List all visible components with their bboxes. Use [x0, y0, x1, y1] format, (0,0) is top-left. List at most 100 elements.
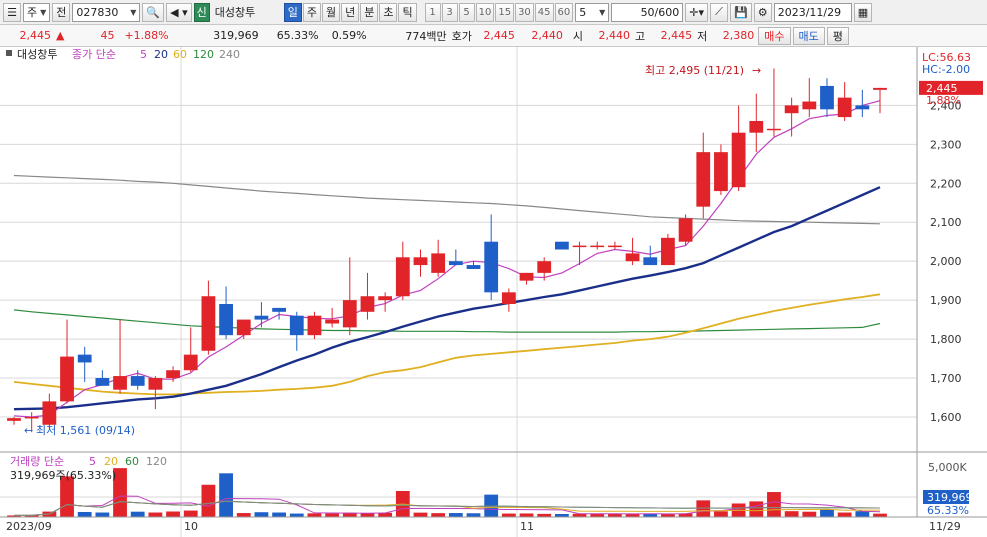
calendar-icon[interactable]: ▦	[853, 2, 873, 22]
bid-price: 2,440	[531, 29, 563, 42]
candle-body	[325, 319, 340, 324]
up-arrow-icon: ▲	[56, 29, 65, 42]
period-tab-5[interactable]: 초	[379, 2, 398, 22]
candle-body	[378, 296, 393, 301]
candle-body	[24, 416, 39, 419]
volume-bar	[749, 501, 764, 517]
candle-body	[466, 265, 481, 269]
gear-icon[interactable]: ⚙	[753, 2, 772, 22]
volume-percent-label: 65.33%	[927, 504, 969, 517]
candle-body	[572, 245, 587, 248]
candle-body	[537, 261, 552, 273]
candle-body	[484, 241, 499, 293]
volume-legend-label: 거래량 단순	[10, 455, 64, 468]
speaker-icon[interactable]: ◀ ▾	[166, 2, 192, 22]
candle-body	[7, 418, 21, 421]
candle-body	[360, 296, 375, 312]
period-tab-1[interactable]: 주	[302, 2, 321, 22]
candle-body	[130, 376, 145, 386]
menu-icon[interactable]: ☰	[3, 2, 21, 22]
x-label-last: 11/29	[929, 520, 961, 533]
crosshair-icon[interactable]: ✛▾	[685, 2, 709, 22]
candle-body	[554, 241, 569, 250]
volume-bar	[413, 512, 428, 517]
save-icon[interactable]: 💾	[730, 2, 752, 22]
candle-body	[625, 253, 640, 262]
volume-bar	[95, 512, 110, 517]
candle-body	[837, 97, 852, 118]
data-count-input[interactable]: 50/600	[611, 2, 684, 22]
buy-button[interactable]: 매수	[758, 26, 791, 45]
interval-select[interactable]: 5 ▼	[575, 2, 610, 22]
period-tab-2[interactable]: 월	[321, 2, 341, 22]
volume-bar	[802, 511, 817, 517]
change-percent: +1.88%	[124, 29, 169, 42]
prev-button[interactable]: 전	[52, 2, 71, 22]
volume-value: 319,969	[213, 29, 259, 42]
volume-bar	[325, 513, 340, 517]
high-arrow-icon: →	[752, 64, 761, 77]
hc-label: HC:-2.00	[922, 63, 970, 76]
candle-body	[395, 257, 410, 297]
stock-code-input[interactable]: 027830 ▼	[72, 2, 141, 22]
legend-price-label: 종가 단순	[72, 48, 116, 61]
interval-button-1[interactable]: 1	[424, 2, 441, 22]
period-tab-0[interactable]: 일	[283, 2, 302, 22]
stock-chart[interactable]: 대성창투 종가 단순 5 20 60 120 240 거래량 단순 5 20 6…	[0, 47, 987, 537]
volume-bar	[60, 476, 74, 517]
eval-button[interactable]: 평	[826, 26, 849, 45]
volume-info: 319,969주(65.33%)	[10, 469, 116, 482]
volume-bar	[820, 509, 834, 517]
period-tab-6[interactable]: 틱	[398, 2, 417, 22]
high-label: 고	[635, 29, 646, 43]
change-amount: 45	[100, 29, 115, 42]
period-tab-4[interactable]: 분	[360, 2, 379, 22]
volume-legend-ma20: 20	[104, 455, 118, 468]
legend-ma5: 5	[140, 48, 147, 61]
interval-button-30[interactable]: 30	[515, 2, 534, 22]
candle-body	[784, 105, 799, 114]
period-tab-3[interactable]: 년	[341, 2, 360, 22]
candle-body	[590, 245, 605, 248]
interval-button-5[interactable]: 5	[458, 2, 475, 22]
interval-button-3[interactable]: 3	[441, 2, 458, 22]
date-input[interactable]: 2023/11/29	[773, 2, 852, 22]
candle-body	[749, 120, 764, 133]
turnover-rate: 0.59%	[331, 29, 367, 42]
legend-ma60: 60	[173, 48, 187, 61]
low-annotation: 최저 1,561 (09/14)	[36, 424, 135, 437]
open-price: 2,440	[598, 29, 631, 42]
price-axis-tick: 1,800	[930, 333, 962, 346]
high-annotation: 최고 2,495 (11/21)	[645, 64, 744, 77]
volume-legend-ma60: 60	[125, 455, 139, 468]
x-label-oct: 10	[184, 520, 198, 533]
volume-ratio: 65.33%	[276, 29, 319, 42]
interval-button-45[interactable]: 45	[534, 2, 554, 22]
volume-bar	[307, 513, 322, 517]
interval-button-60[interactable]: 60	[554, 2, 574, 22]
sell-button[interactable]: 매도	[792, 26, 825, 45]
volume-bar	[696, 500, 711, 517]
price-axis-tick: 2,000	[930, 255, 962, 268]
candle-body	[608, 245, 622, 248]
trade-amount: 774백만	[405, 29, 447, 43]
volume-bar	[448, 513, 463, 517]
candle-body	[272, 307, 286, 312]
volume-bar	[767, 492, 781, 517]
volume-bar	[148, 512, 163, 517]
market-select[interactable]: 주 ▼	[23, 2, 51, 22]
chart-type-icon[interactable]: ⟋	[710, 2, 729, 22]
candle-body	[714, 152, 728, 192]
candle-body	[289, 315, 304, 336]
search-icon[interactable]: 🔍	[142, 2, 165, 22]
ask-price: 2,445	[483, 29, 515, 42]
candle-body	[678, 218, 693, 242]
volume-legend-ma5: 5	[89, 455, 96, 468]
interval-button-10[interactable]: 10	[475, 2, 495, 22]
interval-button-15[interactable]: 15	[495, 2, 515, 22]
legend-ma120: 120	[193, 48, 214, 61]
low-price: 2,380	[722, 29, 755, 42]
candle-body	[307, 315, 322, 336]
candle-body	[219, 304, 233, 336]
volume-bar	[519, 513, 534, 517]
